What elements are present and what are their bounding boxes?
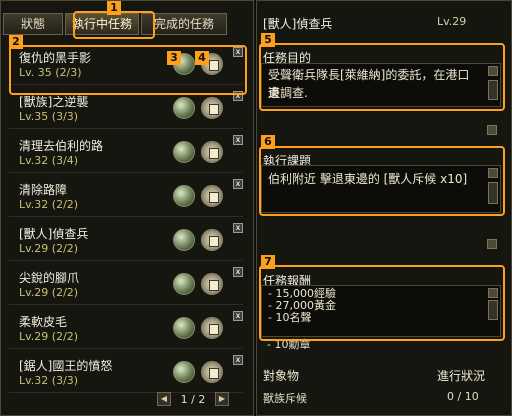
- quest-level: Lv.32 (3/4): [19, 154, 79, 167]
- quest-scroll-icon[interactable]: [201, 229, 223, 251]
- quest-location-icon[interactable]: [173, 97, 195, 119]
- callout-4-badge: 4: [195, 51, 209, 65]
- quest-title: [獸族]之逆襲: [19, 95, 89, 109]
- quest-row[interactable]: [鋸人]國王的憤怒 Lv.32 (3/3) x: [9, 353, 243, 393]
- quest-row[interactable]: [獸族]之逆襲 Lv.35 (3/3) x: [9, 89, 243, 129]
- quest-level: Lv.32 (2/2): [19, 198, 79, 211]
- quest-row[interactable]: 尖銳的腳爪 Lv.29 (2/2) x: [9, 265, 243, 305]
- quest-location-icon[interactable]: [173, 273, 195, 295]
- callout-5-badge: 5: [261, 33, 275, 47]
- quest-scroll-icon[interactable]: [201, 361, 223, 383]
- callout-2-highlight: [9, 45, 247, 95]
- callout-7-highlight: [259, 265, 505, 341]
- scroll-down-icon[interactable]: [487, 239, 497, 249]
- scroll-down-icon[interactable]: [487, 125, 497, 135]
- close-icon[interactable]: x: [233, 311, 243, 321]
- progress-label: 進行狀況: [437, 369, 486, 383]
- quest-location-icon[interactable]: [173, 229, 195, 251]
- target-value: 獸族斥候: [263, 392, 307, 405]
- quest-scroll-icon[interactable]: [201, 141, 223, 163]
- prev-page-button[interactable]: ◀: [157, 392, 171, 406]
- quest-level: Lv.29 (2/2): [19, 330, 79, 343]
- callout-1-highlight: [73, 11, 155, 39]
- target-label: 對象物: [263, 369, 300, 383]
- close-icon[interactable]: x: [233, 267, 243, 277]
- quest-title: 清除路障: [19, 183, 68, 197]
- next-page-button[interactable]: ▶: [215, 392, 229, 406]
- quest-level: Lv.29 (2/2): [19, 286, 79, 299]
- tab-status[interactable]: 狀態: [3, 13, 63, 35]
- quest-detail-panel: [獸人]偵查兵 Lv.29 任務目的 受聲衛兵隊長[萊維納]的委託，在港口東 邊…: [256, 0, 512, 416]
- quest-location-icon[interactable]: [173, 361, 195, 383]
- callout-1-badge: 1: [107, 1, 121, 15]
- quest-detail-title: [獸人]偵查兵: [263, 17, 333, 31]
- quest-location-icon[interactable]: [173, 141, 195, 163]
- quest-level: Lv.35 (3/3): [19, 110, 79, 123]
- quest-detail-level: Lv.29: [437, 15, 467, 28]
- quest-list: 復仇的黑手影 Lv. 35 (2/3) x [獸族]之逆襲 Lv.35 (3/3…: [9, 45, 243, 397]
- quest-location-icon[interactable]: [173, 317, 195, 339]
- callout-6-badge: 6: [261, 135, 275, 149]
- quest-row[interactable]: 清除路障 Lv.32 (2/2) x: [9, 177, 243, 217]
- quest-scroll-icon[interactable]: [201, 273, 223, 295]
- quest-level: Lv.29 (2/2): [19, 242, 79, 255]
- pager: ◀ 1 / 2 ▶: [157, 390, 229, 408]
- quest-title: 柔軟皮毛: [19, 315, 68, 329]
- progress-value: 0 / 10: [447, 390, 479, 403]
- callout-7-badge: 7: [261, 255, 275, 269]
- quest-scroll-icon[interactable]: [201, 317, 223, 339]
- quest-row[interactable]: 柔軟皮毛 Lv.29 (2/2) x: [9, 309, 243, 349]
- quest-level: Lv.32 (3/3): [19, 374, 79, 387]
- close-icon[interactable]: x: [233, 223, 243, 233]
- callout-6-highlight: [259, 146, 505, 216]
- quest-row[interactable]: 清理去伯利的路 Lv.32 (3/4) x: [9, 133, 243, 173]
- quest-title: 尖銳的腳爪: [19, 271, 80, 285]
- close-icon[interactable]: x: [233, 135, 243, 145]
- callout-2-badge: 2: [9, 35, 23, 49]
- page-indicator: 1 / 2: [180, 392, 206, 406]
- quest-scroll-icon[interactable]: [201, 185, 223, 207]
- close-icon[interactable]: x: [233, 179, 243, 189]
- quest-title: [鋸人]國王的憤怒: [19, 359, 113, 373]
- close-icon[interactable]: x: [233, 355, 243, 365]
- quest-scroll-icon[interactable]: [201, 97, 223, 119]
- callout-5-highlight: [259, 43, 505, 111]
- quest-title: [獸人]偵查兵: [19, 227, 89, 241]
- callout-3-badge: 3: [167, 51, 181, 65]
- quest-title: 清理去伯利的路: [19, 139, 104, 153]
- quest-row[interactable]: [獸人]偵查兵 Lv.29 (2/2) x: [9, 221, 243, 261]
- quest-location-icon[interactable]: [173, 185, 195, 207]
- quest-list-panel: 狀態 執行中任務 完成的任務 復仇的黑手影 Lv. 35 (2/3) x [獸族…: [0, 0, 254, 416]
